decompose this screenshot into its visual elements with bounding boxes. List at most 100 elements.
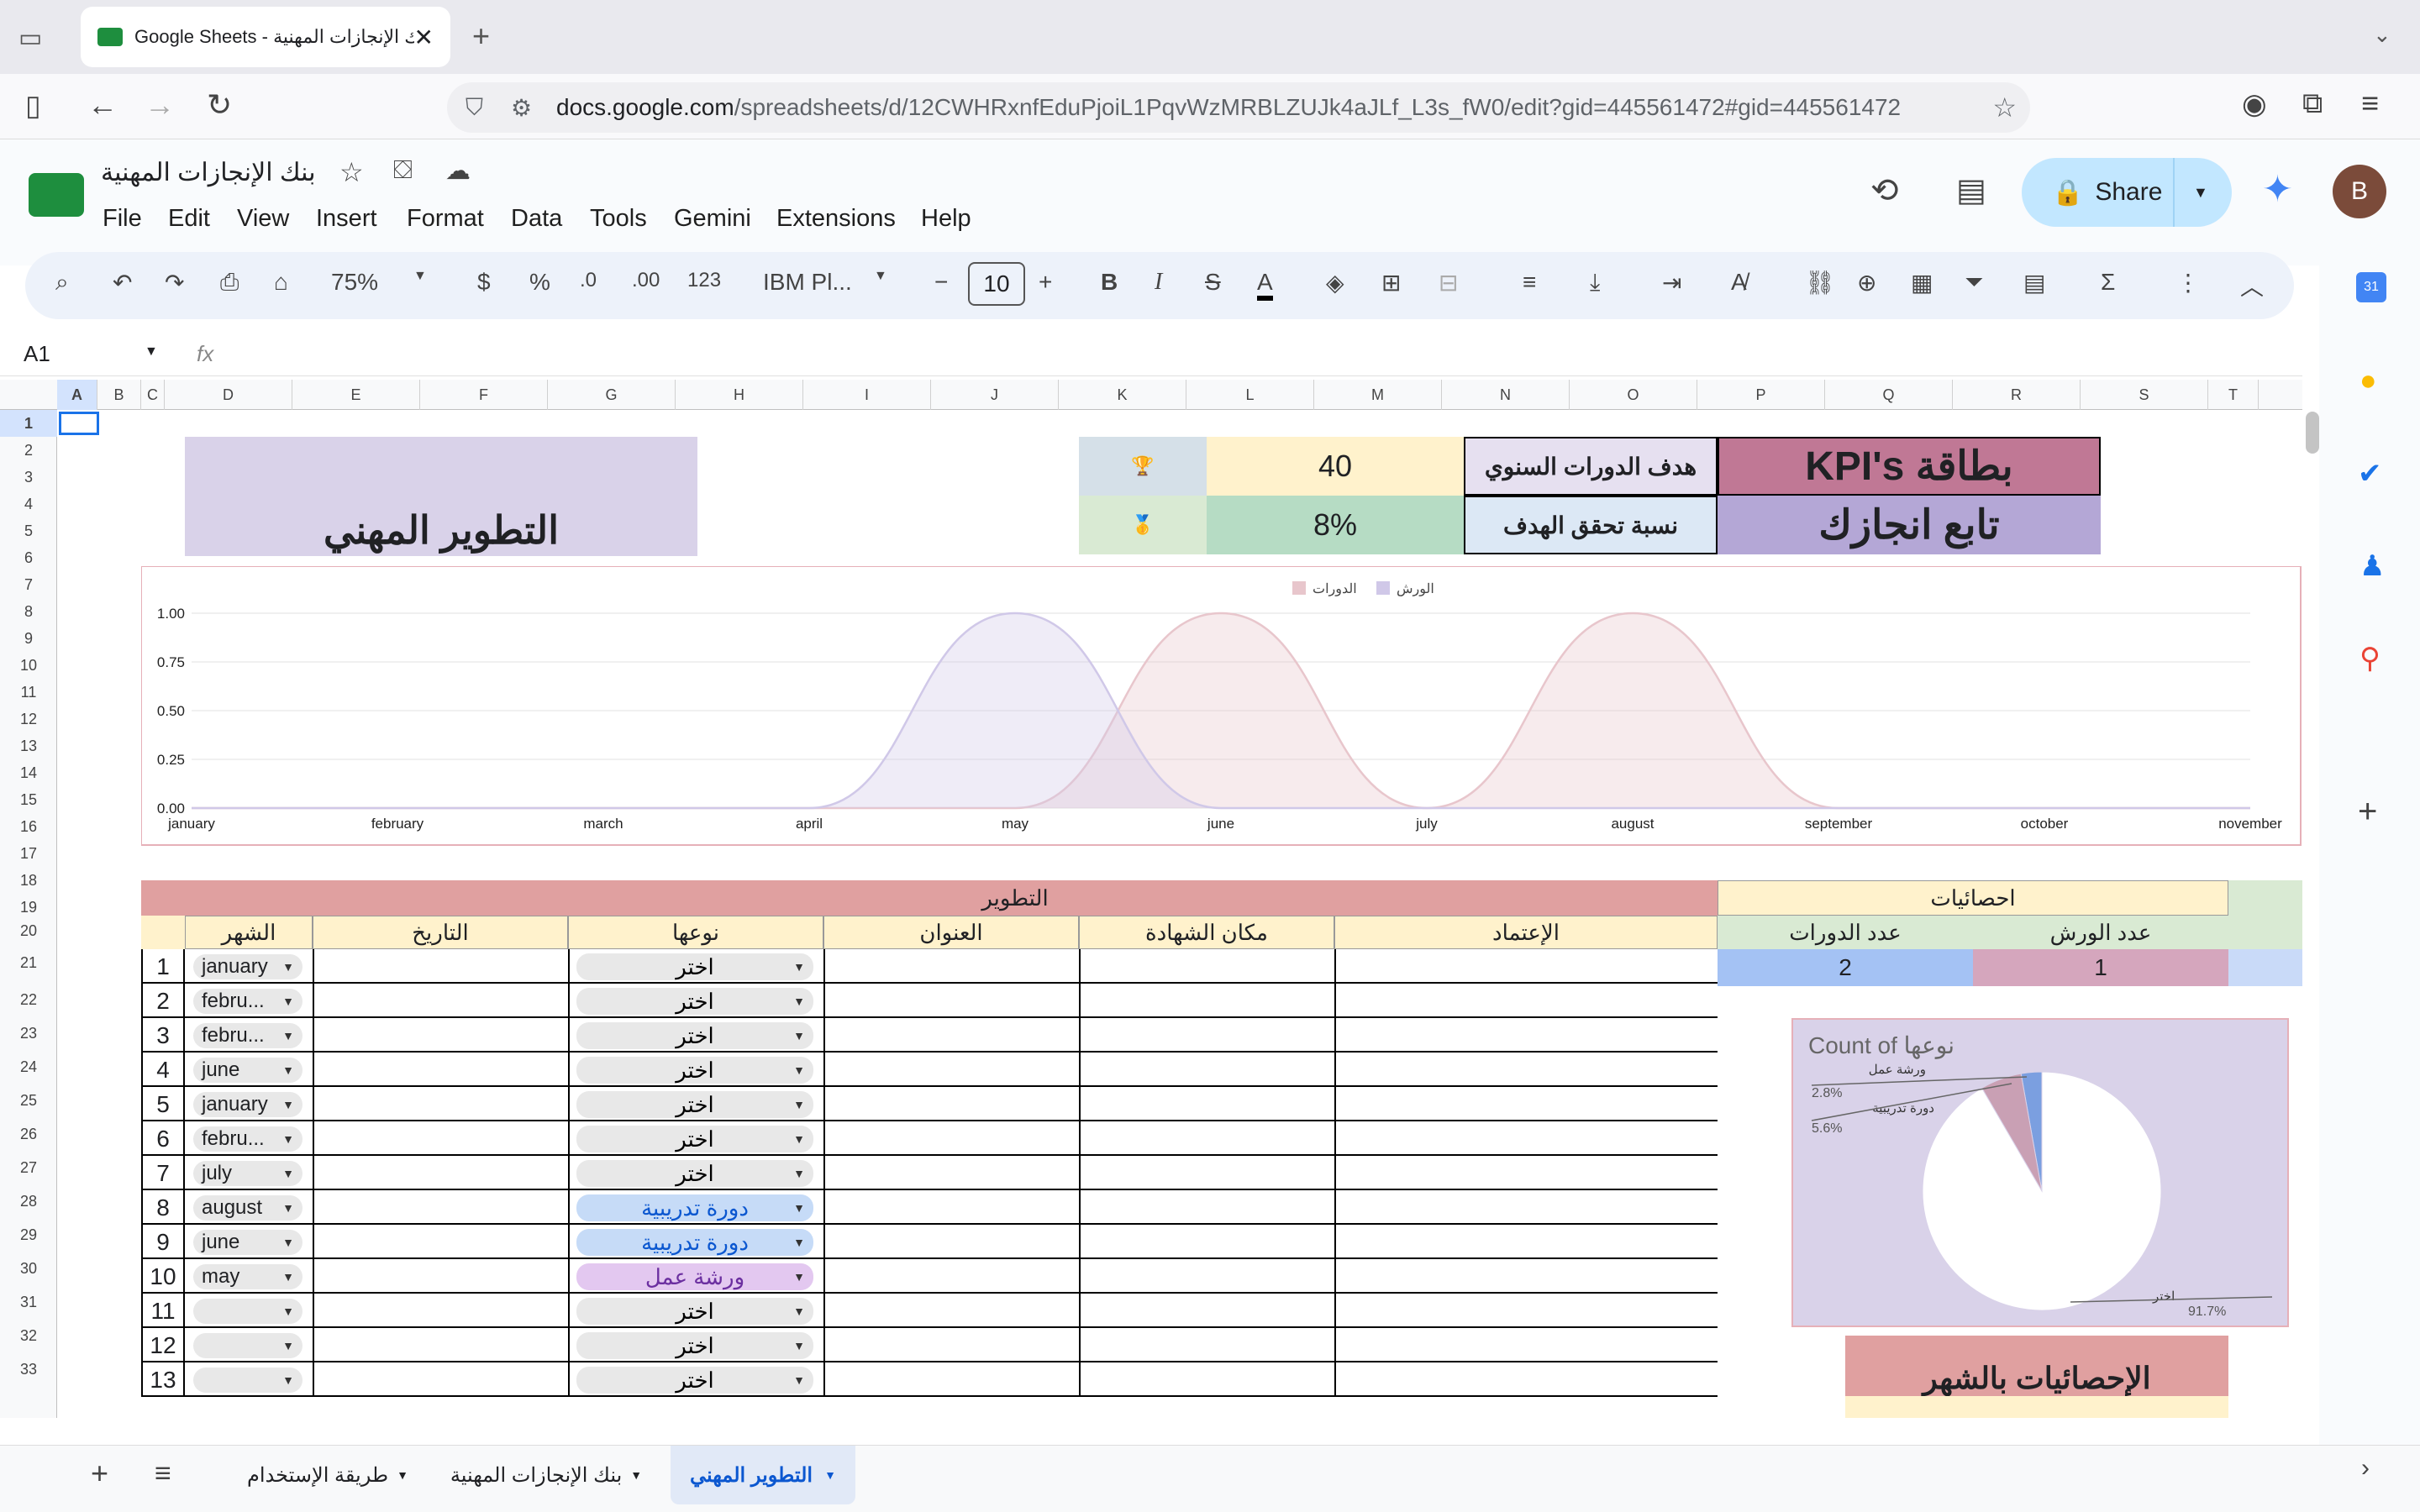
- share-dropdown-icon[interactable]: ▼: [2193, 184, 2208, 202]
- place-cell[interactable]: [1079, 984, 1334, 1018]
- place-cell[interactable]: [1079, 1190, 1334, 1225]
- accreditation-cell[interactable]: [1334, 1328, 1718, 1362]
- month-dropdown[interactable]: [193, 1368, 302, 1393]
- row-header[interactable]: 13: [0, 732, 57, 759]
- chevron-down-icon[interactable]: ⌄: [2373, 22, 2391, 48]
- monthly-area-chart[interactable]: 1.00 0.75 0.50 0.25 0.00january february march…: [141, 566, 2302, 847]
- row-header[interactable]: 2: [0, 437, 57, 464]
- column-header[interactable]: B: [97, 380, 141, 410]
- name-box[interactable]: A1: [24, 341, 50, 367]
- date-cell[interactable]: [313, 1362, 568, 1397]
- move-folder-icon[interactable]: ⛋: [393, 156, 413, 185]
- column-header[interactable]: M: [1314, 380, 1442, 410]
- share-button[interactable]: 🔒 Share ▼: [2022, 158, 2232, 227]
- account-icon[interactable]: ◉: [2242, 87, 2267, 121]
- month-dropdown[interactable]: [193, 1299, 302, 1324]
- title-cell[interactable]: [823, 1156, 1079, 1190]
- decrease-decimal-button[interactable]: .0: [580, 269, 597, 292]
- title-cell[interactable]: [823, 1225, 1079, 1259]
- type-dropdown[interactable]: دورة تدريبية: [576, 1194, 813, 1221]
- row-header[interactable]: 23: [0, 1020, 57, 1047]
- title-cell[interactable]: [823, 1294, 1079, 1328]
- back-icon[interactable]: ←: [87, 87, 118, 123]
- row-header[interactable]: 32: [0, 1322, 57, 1349]
- keep-icon[interactable]: ●: [2360, 365, 2377, 397]
- font-size-increase-icon[interactable]: +: [1039, 269, 1052, 296]
- row-header[interactable]: 24: [0, 1053, 57, 1080]
- column-header[interactable]: E: [292, 380, 420, 410]
- tasks-icon[interactable]: ✔: [2358, 457, 2382, 491]
- row-header[interactable]: 16: [0, 813, 57, 840]
- align-vertical-icon[interactable]: ⤓: [1590, 269, 1600, 297]
- version-history-icon[interactable]: ⟲: [1870, 171, 1899, 210]
- url-field[interactable]: ⛉ ⚙ docs.google.com/spreadsheets/d/12CWH…: [447, 82, 2030, 133]
- font-dropdown-icon[interactable]: ▼: [874, 269, 887, 284]
- contacts-icon[interactable]: ♟: [2360, 549, 2385, 583]
- date-cell[interactable]: [313, 1328, 568, 1362]
- month-dropdown[interactable]: febru...: [193, 989, 302, 1014]
- print-icon[interactable]: ⎙: [220, 269, 239, 297]
- date-cell[interactable]: [313, 984, 568, 1018]
- row-header[interactable]: 6: [0, 544, 57, 571]
- menu-tools[interactable]: Tools: [590, 205, 647, 233]
- place-cell[interactable]: [1079, 1362, 1334, 1397]
- sheet-tab-usage[interactable]: طريقة الإستخدام ▼: [235, 1446, 420, 1504]
- title-cell[interactable]: [823, 1190, 1079, 1225]
- sheet-tab-dropdown-icon[interactable]: ▼: [397, 1468, 408, 1482]
- row-header[interactable]: 18: [0, 867, 57, 894]
- insert-link-icon[interactable]: ⛓: [1805, 269, 1835, 297]
- column-header[interactable]: F: [420, 380, 548, 410]
- percent-button[interactable]: %: [529, 269, 550, 296]
- row-header[interactable]: 4: [0, 491, 57, 517]
- row-header[interactable]: 1: [0, 410, 57, 437]
- column-header[interactable]: T: [2208, 380, 2259, 410]
- row-header[interactable]: 3: [0, 464, 57, 491]
- row-header[interactable]: 8: [0, 598, 57, 625]
- row-header[interactable]: 30: [0, 1255, 57, 1282]
- maps-icon[interactable]: ⚲: [2360, 642, 2381, 675]
- column-header[interactable]: H: [676, 380, 803, 410]
- gemini-icon[interactable]: ✦: [2262, 168, 2293, 211]
- row-header[interactable]: 14: [0, 759, 57, 786]
- accreditation-cell[interactable]: [1334, 1190, 1718, 1225]
- row-header[interactable]: 25: [0, 1087, 57, 1114]
- selected-cell-a1[interactable]: [59, 412, 99, 435]
- row-header[interactable]: 7: [0, 571, 57, 598]
- accreditation-cell[interactable]: [1334, 1121, 1718, 1156]
- calendar-icon[interactable]: 31: [2356, 272, 2386, 302]
- column-header[interactable]: N: [1442, 380, 1570, 410]
- row-header[interactable]: 31: [0, 1289, 57, 1315]
- avatar[interactable]: B: [2333, 165, 2386, 218]
- formula-input[interactable]: [235, 338, 2252, 371]
- date-cell[interactable]: [313, 1294, 568, 1328]
- sheet-tab-bank[interactable]: بنك الإنجازات المهنية ▼: [437, 1446, 655, 1504]
- place-cell[interactable]: [1079, 1087, 1334, 1121]
- sheet-grid[interactable]: التطوير المهني 🏆 40 هدف الدورات السنوي K…: [57, 410, 2302, 1418]
- column-header[interactable]: L: [1186, 380, 1314, 410]
- menu-file[interactable]: File: [103, 205, 142, 233]
- type-dropdown[interactable]: ورشة عمل: [576, 1263, 813, 1290]
- align-horizontal-icon[interactable]: ≡: [1523, 269, 1536, 296]
- functions-icon[interactable]: Σ: [2101, 269, 2115, 296]
- place-cell[interactable]: [1079, 949, 1334, 984]
- date-cell[interactable]: [313, 1190, 568, 1225]
- date-cell[interactable]: [313, 1121, 568, 1156]
- column-header[interactable]: D: [165, 380, 292, 410]
- more-options-icon[interactable]: ⋮: [2176, 269, 2200, 297]
- site-settings-icon[interactable]: ⚙: [511, 94, 532, 122]
- month-dropdown[interactable]: febru...: [193, 1126, 302, 1152]
- column-header[interactable]: G: [548, 380, 676, 410]
- undo-icon[interactable]: ↶: [113, 269, 132, 297]
- borders-icon[interactable]: ⊞: [1381, 269, 1401, 297]
- sidebar-toggle-icon[interactable]: ▯: [25, 89, 41, 123]
- type-dropdown[interactable]: اختر: [576, 1126, 813, 1152]
- filter-icon[interactable]: ⏷: [1965, 269, 1983, 297]
- place-cell[interactable]: [1079, 1156, 1334, 1190]
- text-wrap-icon[interactable]: ⇥: [1662, 269, 1681, 297]
- star-icon[interactable]: ☆: [339, 156, 364, 188]
- place-cell[interactable]: [1079, 1259, 1334, 1294]
- column-header[interactable]: S: [2081, 380, 2208, 410]
- title-cell[interactable]: [823, 1087, 1079, 1121]
- table-view-icon[interactable]: ▤: [2023, 269, 2045, 297]
- doc-title[interactable]: بنك الإنجازات المهنية: [101, 158, 316, 187]
